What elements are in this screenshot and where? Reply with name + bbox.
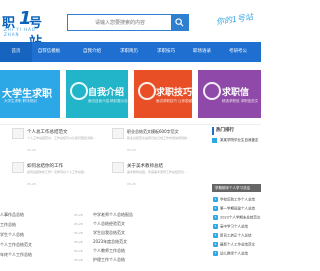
list-item-link[interactable]: 个人总结经验范文	[93, 221, 125, 227]
intro-icon	[70, 82, 88, 100]
rank-number: 6	[213, 242, 218, 247]
article-date: 05-28	[27, 148, 36, 152]
sidebar-list-item[interactable]: 1 学校后勤工作个人总结	[213, 197, 255, 203]
nav-item-job-tips[interactable]: 求职技巧	[150, 42, 182, 62]
site-slogan: 你的1号站	[215, 12, 254, 27]
nav-item-home[interactable]: 首页	[0, 42, 32, 62]
category-link[interactable]: 工作总结	[0, 222, 16, 228]
hot-item-title: 某某学院毕业生自我鉴定	[220, 138, 259, 142]
sidebar-list-text: 新员工转正个人总结	[220, 233, 252, 238]
banner-subtitle: 大学生求职 职场规划	[4, 99, 37, 103]
category-link[interactable]: 个人工作总结范文	[0, 242, 32, 248]
sidebar-list-item[interactable]: 6 最新个人工作总结范文	[213, 242, 255, 248]
article-desc: 个人工作总结范文，工作总结可以让我们更加清晰…	[27, 136, 97, 140]
article-desc: 美术教师总结，年度美术老师工作总结范文…	[127, 170, 188, 174]
list-date: 05-28	[74, 222, 83, 226]
sidebar-list-text: 幼儿教师个人总结	[220, 251, 248, 256]
hot-ranking-header: 热门排行	[200, 125, 261, 136]
article-thumbnail[interactable]	[12, 162, 24, 173]
article-desc: 如何总结你的工作？怎样写好个人工作总结…	[27, 170, 88, 174]
list-date: 05-28	[74, 258, 83, 262]
article-thumbnail[interactable]	[12, 128, 24, 139]
sidebar-list-text: 第一学期班级个人总结	[220, 206, 255, 211]
list-date: 05-28	[74, 249, 83, 253]
banner-subtitle: 面试自我介绍 精彩展示自己	[88, 99, 132, 103]
sidebar-box-title: 学期期末个人学习总结	[215, 186, 250, 190]
banner-title: 求职技巧	[156, 88, 193, 98]
banner-graduate-jobs[interactable]: 大学生求职 大学生求职 职场规划	[0, 70, 60, 118]
article-title[interactable]: 个人总工作总结范文	[27, 129, 68, 135]
article-title[interactable]: 如何总结你的工作	[27, 163, 63, 169]
category-link[interactable]: 年终个人工作总结	[0, 252, 32, 258]
sidebar-list-text: 最新个人工作总结范文	[220, 242, 255, 247]
list-date: 05-28	[74, 213, 83, 217]
sidebar-list-text: 2023个人学期末总结范文	[220, 215, 261, 220]
list-item-link[interactable]: 个人教师工作总结	[93, 248, 125, 254]
site-header: 职 1 号站 ZHI YI HAO ZHAN 你的1号站	[0, 0, 261, 50]
banner-job-tips[interactable]: 求职技巧 面试求职技巧 让你脱颖而出	[134, 70, 199, 118]
rank-number: 1	[213, 197, 218, 202]
sidebar-list-text: 高中学习个人总结	[220, 224, 248, 229]
sidebar-box-header: 学期期末个人学习总结	[212, 184, 261, 192]
rank-number: 4	[213, 224, 218, 229]
article-desc: 职业总结范文是我们在日常工作中经常用到的…	[127, 136, 191, 140]
nav-item-cover-letter[interactable]: 自荐信模板	[30, 42, 68, 62]
search-box	[67, 14, 189, 31]
banner-cover-letter[interactable]: 求职信 精选求职信 求职信范文	[198, 70, 261, 118]
heading-accent	[212, 127, 214, 135]
article-date: 05-28	[27, 182, 36, 186]
main-nav: 首页 自荐信模板 自我介绍 求职简历 求职技巧 职场语录 考研考公	[0, 42, 261, 62]
sidebar-list-text: 学校后勤工作个人总结	[220, 197, 255, 202]
feature-banners: 大学生求职 大学生求职 职场规划 自我介绍 面试自我介绍 精彩展示自己 求职技巧…	[0, 70, 261, 118]
hot-item-thumbnail	[212, 138, 217, 143]
sidebar-list-item[interactable]: 3 2023个人学期末总结范文	[213, 215, 260, 221]
article-date: 05-28	[127, 182, 136, 186]
article-title[interactable]: 职业总结范文模板600字范文	[127, 129, 179, 135]
hot-item[interactable]: 某某学院毕业生自我鉴定	[200, 136, 261, 150]
category-link[interactable]: 学生个人总结	[0, 232, 24, 238]
search-icon	[175, 18, 184, 27]
nav-item-exam[interactable]: 考研考公	[222, 42, 254, 62]
article-title[interactable]: 关于美术教师总结	[127, 163, 163, 169]
sidebar-list-item[interactable]: 5 新员工转正个人总结	[213, 233, 252, 239]
rank-number: 3	[213, 215, 218, 220]
list-item-link[interactable]: 中学老师个人总结报告	[93, 212, 133, 218]
banner-title: 求职信	[222, 88, 250, 98]
site-logo[interactable]: 职 1 号站 ZHI YI HAO ZHAN	[2, 8, 48, 50]
nav-item-self-intro[interactable]: 自我介绍	[76, 42, 108, 62]
logo-subtitle: ZHI YI HAO ZHAN	[4, 27, 36, 37]
rank-number: 5	[213, 233, 218, 238]
nav-item-quotes[interactable]: 职场语录	[186, 42, 218, 62]
hot-ranking-title: 热门排行	[216, 128, 234, 133]
banner-title: 自我介绍	[88, 88, 125, 98]
sidebar-list-item[interactable]: 7 幼儿教师个人总结	[213, 251, 248, 257]
article-thumbnail[interactable]	[112, 162, 124, 173]
banner-subtitle: 面试求职技巧 让你脱颖而出	[156, 99, 200, 103]
sidebar-list-item[interactable]: 2 第一学期班级个人总结	[213, 206, 255, 212]
banner-title: 大学生求职	[2, 89, 52, 100]
list-item-link[interactable]: 学生自我总结范文	[93, 230, 125, 236]
list-date: 05-28	[74, 231, 83, 235]
search-input[interactable]	[68, 15, 172, 30]
letter-icon	[203, 82, 221, 100]
list-date: 05-28	[74, 240, 83, 244]
sidebar-list-item[interactable]: 4 高中学习个人总结	[213, 224, 248, 230]
article-thumbnail[interactable]	[112, 128, 124, 139]
list-item-link[interactable]: 护理工作个人总结	[93, 257, 125, 263]
tips-icon	[138, 82, 156, 100]
article-date: 05-28	[127, 148, 136, 152]
banner-subtitle: 精选求职信 求职信范文	[222, 99, 259, 103]
rank-number: 2	[213, 206, 218, 211]
search-button[interactable]	[171, 15, 188, 30]
rank-number: 7	[213, 251, 218, 256]
category-link[interactable]: 人事作品总结	[0, 212, 24, 218]
list-item-link[interactable]: 2023年度总结范文	[93, 239, 127, 245]
banner-self-intro[interactable]: 自我介绍 面试自我介绍 精彩展示自己	[66, 70, 132, 118]
nav-item-resume[interactable]: 求职简历	[113, 42, 145, 62]
